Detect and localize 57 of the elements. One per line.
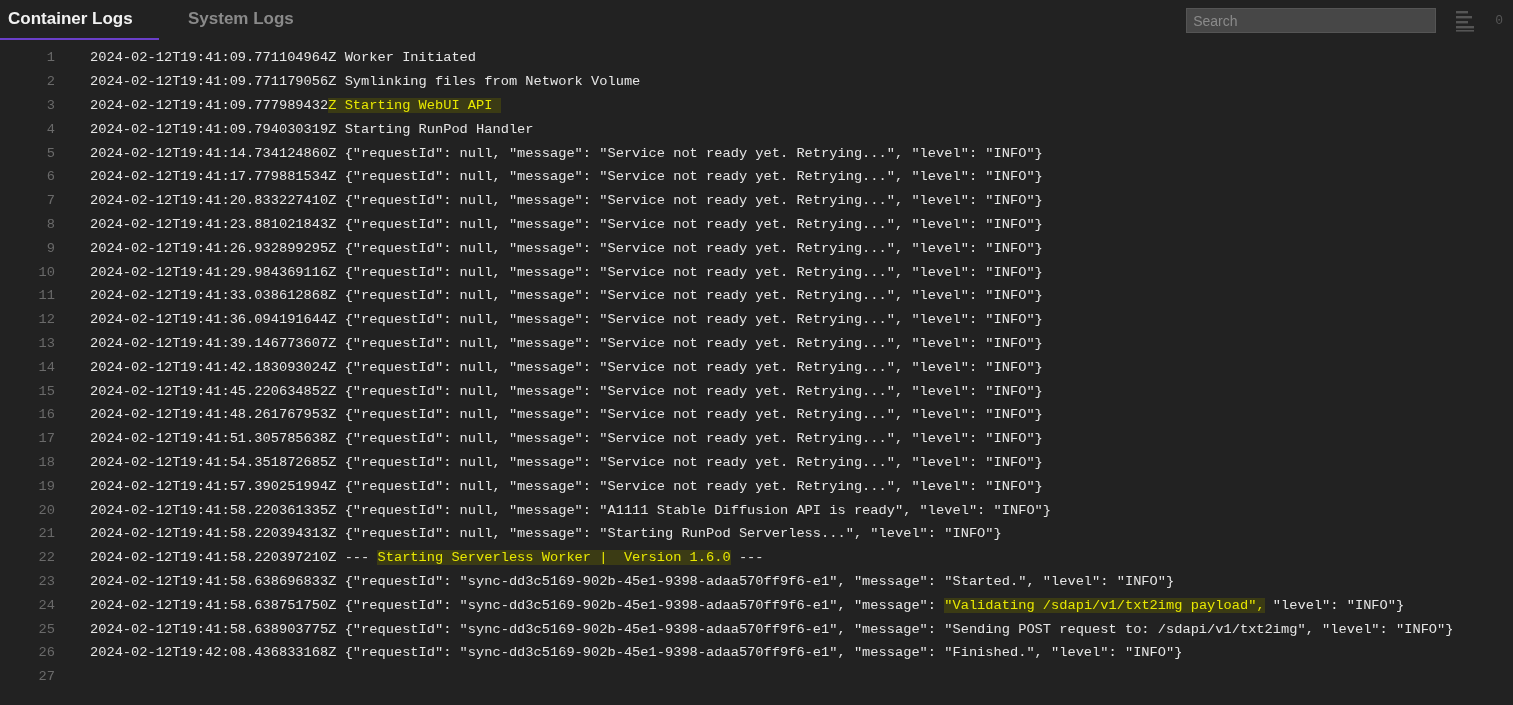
- line-number: 4: [45, 121, 55, 137]
- search-field[interactable]: Search: [1186, 8, 1437, 33]
- log-line: 2024-02-12T19:41:29.984369116Z {"requestId": null, "message": "Service not ready yet. Retrying...", "level": "INFO"}: [90, 264, 1043, 280]
- line-number: 18: [37, 454, 55, 470]
- line-number: 16: [37, 407, 55, 423]
- log-line: 2024-02-12T19:41:09.771179056Z Symlinking files from Network Volume: [90, 74, 641, 90]
- log-line: 2024-02-12T19:41:51.305785638Z {"requestId": null, "message": "Service not ready yet. Retrying...", "level": "INFO"}: [90, 431, 1043, 447]
- log-line: 2024-02-12T19:41:33.038612868Z {"requestId": null, "message": "Service not ready yet. Retrying...", "level": "INFO"}: [90, 288, 1043, 304]
- line-number: 13: [37, 335, 55, 351]
- line-number: 5: [45, 145, 55, 161]
- log-line: 2024-02-12T19:41:58.220361335Z {"requestId": null, "message": "A1111 Stable Diffusion API is ready", "level": "INFO"}: [90, 502, 1052, 518]
- line-number: 24: [37, 597, 55, 613]
- log-line: 2024-02-12T19:41:39.146773607Z {"requestId": null, "message": "Service not ready yet. Retrying...", "level": "INFO"}: [90, 335, 1043, 351]
- line-number: 21: [37, 526, 55, 542]
- log-line: 2024-02-12T19:41:48.261767953Z {"requestId": null, "message": "Service not ready yet. Retrying...", "level": "INFO"}: [90, 407, 1043, 423]
- line-number: 27: [37, 669, 55, 685]
- line-number: 8: [45, 216, 55, 232]
- line-number: 10: [37, 264, 55, 280]
- line-number: 23: [37, 573, 55, 589]
- text-lines-icon[interactable]: [1456, 9, 1477, 32]
- log-tab[interactable]: Container Logs: [0, 0, 159, 40]
- log-tab[interactable]: System Logs: [180, 0, 302, 40]
- line-number: 7: [45, 193, 55, 209]
- line-number: 3: [45, 98, 55, 113]
- log-line: 2024-02-12T19:41:36.094191644Z {"requestId": null, "message": "Service not ready yet. Retrying...", "level": "INFO"}: [90, 312, 1043, 328]
- line-number: 11: [37, 288, 55, 304]
- log-line: 2024-02-12T19:42:08.436833168Z {"requestId": "sync-dd3c5169-902b-45e1-9398-adaa570ff9f6-e1", "message": "Finished.", "level": "INFO"}: [90, 645, 1183, 661]
- line-number: 6: [45, 169, 55, 185]
- log-line: 2024-02-12T19:41:17.779881534Z {"requestId": null, "message": "Service not ready yet. Retrying...", "level": "INFO"}: [90, 169, 1043, 185]
- line-number: 2: [45, 74, 55, 90]
- line-number: 1: [45, 50, 55, 66]
- line-number: 20: [37, 502, 55, 518]
- line-number: 12: [37, 312, 55, 328]
- log-line: 2024-02-12T19:41:54.351872685Z {"requestId": null, "message": "Service not ready yet. Retrying...", "level": "INFO"}: [90, 454, 1043, 470]
- line-number: 26: [37, 645, 55, 661]
- log-line: 2024-02-12T19:41:58.638751750Z {"requestId": "sync-dd3c5169-902b-45e1-9398-adaa570ff9f6-e1", "message": "Validating /sdapi/v1/txt2img payload", "level": "INFO"}: [90, 597, 1405, 613]
- log-line: 2024-02-12T19:41:09.771104964Z Worker Initiated: [90, 50, 477, 66]
- log-line: 2024-02-12T19:41:58.638903775Z {"requestId": "sync-dd3c5169-902b-45e1-9398-adaa570ff9f6-e1", "message": "Sending POST request to: /sdapi/v1/txt2img", "level": "INFO"}: [90, 621, 1454, 637]
- line-number: 22: [37, 550, 55, 566]
- log-line: 2024-02-12T19:41:58.220397210Z --- Starting Serverless Worker | Version 1.6.0 ---: [90, 550, 764, 566]
- line-number: 14: [37, 359, 55, 375]
- line-number: 17: [37, 431, 55, 447]
- log-line: 2024-02-12T19:41:23.881021843Z {"requestId": null, "message": "Service not ready yet. Retrying...", "level": "INFO"}: [90, 216, 1043, 232]
- log-line: 2024-02-12T19:41:09.777989432Z Starting WebUI API: [90, 98, 501, 113]
- log-line: 2024-02-12T19:41:26.932899295Z {"requestId": null, "message": "Service not ready yet. Retrying...", "level": "INFO"}: [90, 240, 1043, 256]
- log-line: 2024-02-12T19:41:09.794030319Z Starting RunPod Handler: [90, 121, 534, 137]
- line-number: 9: [45, 240, 55, 256]
- log-line: 2024-02-12T19:41:58.220394313Z {"requestId": null, "message": "Starting RunPod Serverless...", "level": "INFO"}: [90, 526, 1002, 542]
- log-line: 2024-02-12T19:41:42.183093024Z {"requestId": null, "message": "Service not ready yet. Retrying...", "level": "INFO"}: [90, 359, 1043, 375]
- log-line: 2024-02-12T19:41:14.734124860Z {"requestId": null, "message": "Service not ready yet. Retrying...", "level": "INFO"}: [90, 145, 1043, 161]
- log-line: 2024-02-12T19:41:58.638696833Z {"requestId": "sync-dd3c5169-902b-45e1-9398-adaa570ff9f6-e1", "message": "Started.", "level": "INFO"}: [90, 573, 1175, 589]
- line-number: 25: [37, 621, 55, 637]
- line-number: 15: [37, 383, 55, 399]
- log-line: 2024-02-12T19:41:57.390251994Z {"requestId": null, "message": "Service not ready yet. Retrying...", "level": "INFO"}: [90, 478, 1043, 494]
- log-line: 2024-02-12T19:41:20.833227410Z {"requestId": null, "message": "Service not ready yet. Retrying...", "level": "INFO"}: [90, 193, 1043, 209]
- log-line: 2024-02-12T19:41:45.220634852Z {"requestId": null, "message": "Service not ready yet. Retrying...", "level": "INFO"}: [90, 383, 1043, 399]
- line-number: 19: [37, 478, 55, 494]
